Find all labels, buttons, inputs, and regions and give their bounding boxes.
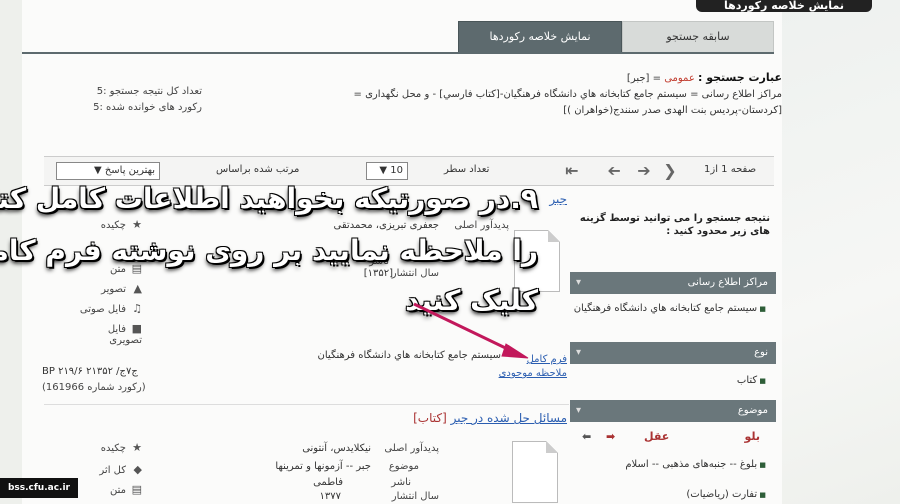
refine-note: نتیجه جستجو را می توانید توسط گزینه های … [579,213,770,237]
action-audio[interactable]: ♫فایل صوتی [72,302,142,315]
book-thumbnail[interactable] [512,441,558,503]
image-icon: ▲ [133,282,142,295]
chevron-down-icon: ▼ [93,165,102,176]
rows-select[interactable]: 10 ▼ [366,162,408,180]
footer-url: bss.cfu.ac.ir [0,478,78,498]
search-expression: عبارت جستجو : عمومی = [جبر] مراکز اطلاع … [280,70,782,119]
next-page-icon[interactable]: ➔ [634,162,654,180]
author-label: پدیدآور اصلی [384,443,439,454]
filter-value: = سیستم جامع کتابخانه هاي دانشگاه فرهنگی… [353,89,699,100]
publisher-label: ناشر [391,477,411,488]
facet-header-type[interactable]: نوع [570,342,776,364]
action-image[interactable]: ▲تصویر [72,282,142,295]
year-value: ۱۳۷۷ [319,491,341,502]
sort-select[interactable]: بهترین پاسخ ▼ [56,162,160,180]
page-info: صفحه 1 از1 [704,164,757,175]
last-page-icon[interactable]: ❯ [660,162,680,180]
publisher-value: فاطمی [313,477,343,488]
action-full-work[interactable]: ◆کل اثر [72,463,142,476]
arrow-left-icon[interactable]: ⬅ [582,430,591,443]
tab-bar: نمایش خلاصه رکوردها سابقه جستجو [458,21,774,53]
facet-item[interactable]: کتاب [570,374,776,388]
subject-value: جبر -- آزمونها و تمرینها [275,461,371,472]
rows-label: تعداد سطر [444,164,490,175]
rows-select-value: 10 [390,165,403,176]
result-stats: تعداد کل نتیجه جستجو :5 رکورد های خوانده… [52,84,202,116]
subject-label: موضوع [388,461,419,472]
action-text[interactable]: ▤متن [72,483,142,496]
result-record-2: مسائل حل شده در جبر [کتاب] پدیدآور اصلی … [44,404,569,504]
search-scope: عمومی [664,73,695,84]
action-video[interactable]: ■فایل تصویری [72,322,142,346]
record2-title-link[interactable]: مسائل حل شده در جبر [451,411,567,425]
filter-location: [کردستان-پردیس بنت الهدی صدر سنندج(خواهر… [563,105,782,116]
year-value: [۱۳۵۲] [363,268,393,279]
subject-nav: ⬅ ➡ عقل بلو [580,430,770,446]
tutorial-overlay-line-2: را ملاحظه نمایید بر روی نوشته فرم کامل [0,234,538,267]
facet-header-centers[interactable]: مراکز اطلاع رسانی [570,272,776,294]
facet-item[interactable]: بلوغ -- جنبه‌های مذهبی -- اسلام [570,458,776,472]
video-camera-icon: ■ [131,322,142,335]
right-background [780,0,900,504]
filter-key: مراکز اطلاع رسانی [701,89,782,100]
pointer-arrow-icon [413,302,529,359]
star-icon: ★ [132,441,142,454]
action-abstract[interactable]: ★چکیده [72,441,142,454]
year-label: سال انتشار [391,268,439,279]
document-icon: ▤ [131,483,142,496]
sort-label: مرتب شده براساس [216,164,300,175]
record-number: (رکورد شماره 161966) [42,382,146,393]
call-number: BP ۲۱۹/۶ ۲ج۷ج/ ۱۳۵۲ [42,366,138,377]
prev-page-icon[interactable]: ➔ [604,161,624,180]
author-value: جعفری تبریزی، محمدتقی [333,220,439,231]
facet-item[interactable]: سیستم جامع کتابخانه هاي دانشگاه فرهنگیان [570,302,776,316]
chevron-down-icon: ▼ [379,165,388,176]
subject-next[interactable]: بلو [744,430,760,443]
search-expression-label: عبارت جستجو : [697,71,782,84]
record2-type: [کتاب] [413,411,447,425]
search-term: = [جبر] [626,73,661,84]
author-label: پدیدآور اصلی [454,220,509,231]
sort-select-value: بهترین پاسخ [104,165,155,176]
first-page-icon[interactable]: ⇤ [562,162,582,180]
facet-header-subject[interactable]: موضوع [570,400,776,422]
record-title-link[interactable]: جبر [549,192,567,206]
holdings-link[interactable]: ملاحظه موجودی [499,368,567,379]
facet-item[interactable]: تفارت (ریاضیات) [570,488,776,502]
read-records: رکورد های خوانده شده :5 [93,102,202,113]
tab-history[interactable]: سابقه جستجو [622,21,774,53]
arrow-right-icon[interactable]: ➡ [606,430,615,443]
tabs-underline [22,52,774,54]
action-abstract[interactable]: ★چکیده [72,218,142,231]
subject-prev[interactable]: عقل [644,430,669,443]
year-label: سال انتشار [391,491,439,502]
author-value: نیکلایدس، آنتونی [302,443,371,454]
record2-title-row: مسائل حل شده در جبر [کتاب] [413,411,567,425]
page-banner: نمایش خلاصه رکوردها [696,0,872,12]
cube-icon: ◆ [133,463,142,476]
tab-summary[interactable]: نمایش خلاصه رکوردها [458,21,622,53]
tutorial-overlay-line-1: ۹.در صورتیکه بخواهید اطلاعات کامل کتاب [0,182,538,215]
total-results: تعداد کل نتیجه جستجو :5 [96,86,202,97]
star-icon: ★ [132,218,142,231]
music-note-icon: ♫ [132,302,142,315]
